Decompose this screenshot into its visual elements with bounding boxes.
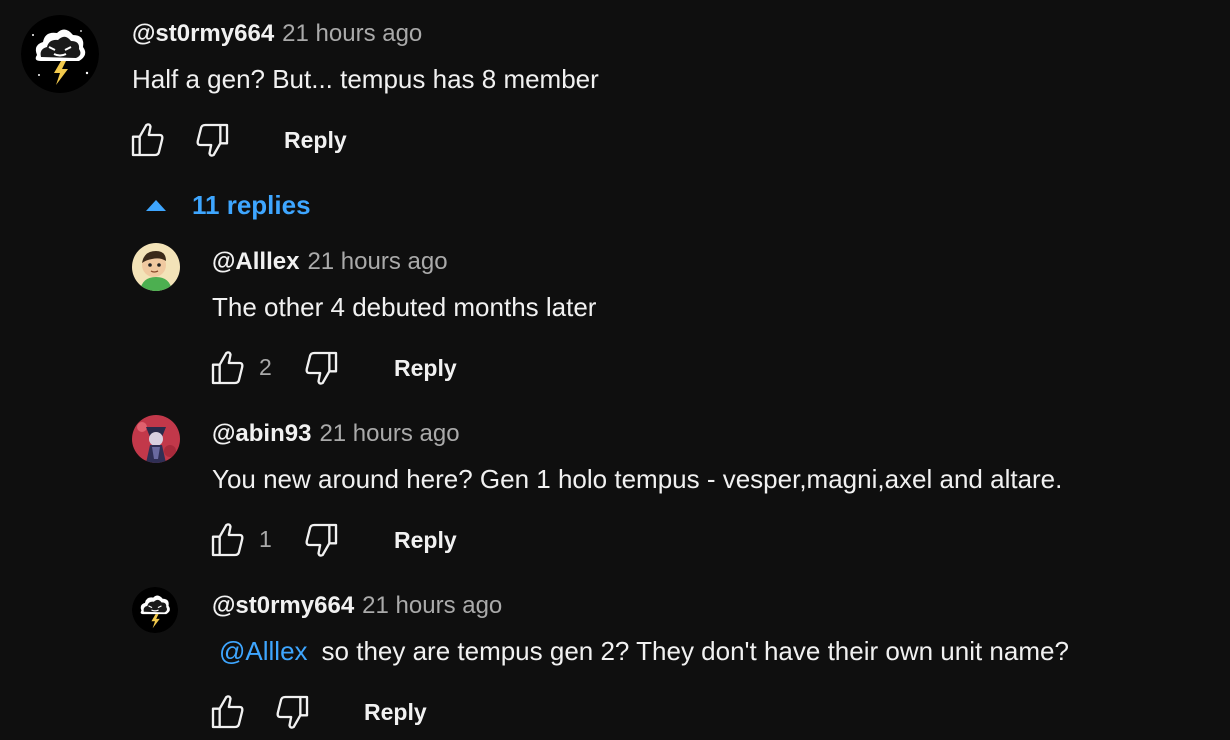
hide-replies-toggle[interactable]: 11 replies (140, 190, 311, 221)
dislike-button[interactable] (192, 120, 232, 160)
reply-meta: @abin93 21 hours ago (212, 420, 460, 448)
replies-count-label: 11 replies (192, 190, 311, 220)
chevron-up-icon (146, 200, 166, 211)
like-button[interactable] (128, 120, 168, 160)
reply-text: The other 4 debuted months later (212, 292, 597, 322)
thumb-down-icon (305, 351, 338, 385)
avatar-st0rmy664[interactable] (132, 587, 178, 633)
comment-author[interactable]: @st0rmy664 (132, 20, 274, 48)
thumb-up-icon (211, 523, 244, 557)
thumb-up-icon (211, 695, 244, 729)
storm-cloud-avatar-icon (132, 587, 178, 633)
like-count: 1 (259, 526, 272, 552)
anime-character-avatar-icon (132, 415, 180, 463)
reply-button[interactable]: Reply (394, 355, 457, 382)
reply-text: You new around here? Gen 1 holo tempus -… (212, 464, 1063, 494)
avatar-abin93[interactable] (132, 415, 180, 463)
thumb-down-icon (276, 695, 309, 729)
avatar-alllex[interactable] (132, 243, 180, 291)
thumb-down-icon (305, 523, 338, 557)
like-button[interactable] (208, 348, 248, 388)
reply-author[interactable]: @Alllex (212, 248, 299, 276)
like-button[interactable] (208, 520, 248, 560)
dislike-button[interactable] (272, 692, 312, 732)
like-button[interactable] (208, 692, 248, 732)
thumb-up-icon (211, 351, 244, 385)
like-count: 2 (259, 354, 272, 380)
reply-meta: @st0rmy664 21 hours ago (212, 592, 502, 620)
storm-cloud-avatar-icon (21, 15, 99, 93)
comments-section: @st0rmy664 21 hours ago Half a gen? But.… (0, 0, 1230, 740)
thumb-up-icon (131, 123, 164, 157)
cartoon-face-avatar-icon (132, 243, 180, 291)
reply-button[interactable]: Reply (394, 527, 457, 554)
comment-text: Half a gen? But... tempus has 8 member (132, 64, 599, 94)
reply-author[interactable]: @st0rmy664 (212, 592, 354, 620)
mention-link[interactable]: @Alllex (219, 636, 308, 666)
comment-timestamp[interactable]: 21 hours ago (282, 20, 422, 48)
reply-timestamp[interactable]: 21 hours ago (319, 420, 459, 448)
comment-meta: @st0rmy664 21 hours ago (132, 20, 422, 48)
thumb-down-icon (196, 123, 229, 157)
reply-timestamp[interactable]: 21 hours ago (307, 248, 447, 276)
reply-meta: @Alllex 21 hours ago (212, 248, 448, 276)
reply-text: @Alllex so they are tempus gen 2? They do… (219, 636, 1069, 667)
dislike-button[interactable] (301, 520, 341, 560)
reply-button[interactable]: Reply (284, 127, 347, 154)
reply-button[interactable]: Reply (364, 699, 427, 726)
dislike-button[interactable] (301, 348, 341, 388)
reply-body: so they are tempus gen 2? They don't hav… (321, 636, 1069, 666)
reply-timestamp[interactable]: 21 hours ago (362, 592, 502, 620)
avatar-st0rmy664[interactable] (21, 15, 99, 93)
reply-author[interactable]: @abin93 (212, 420, 311, 448)
